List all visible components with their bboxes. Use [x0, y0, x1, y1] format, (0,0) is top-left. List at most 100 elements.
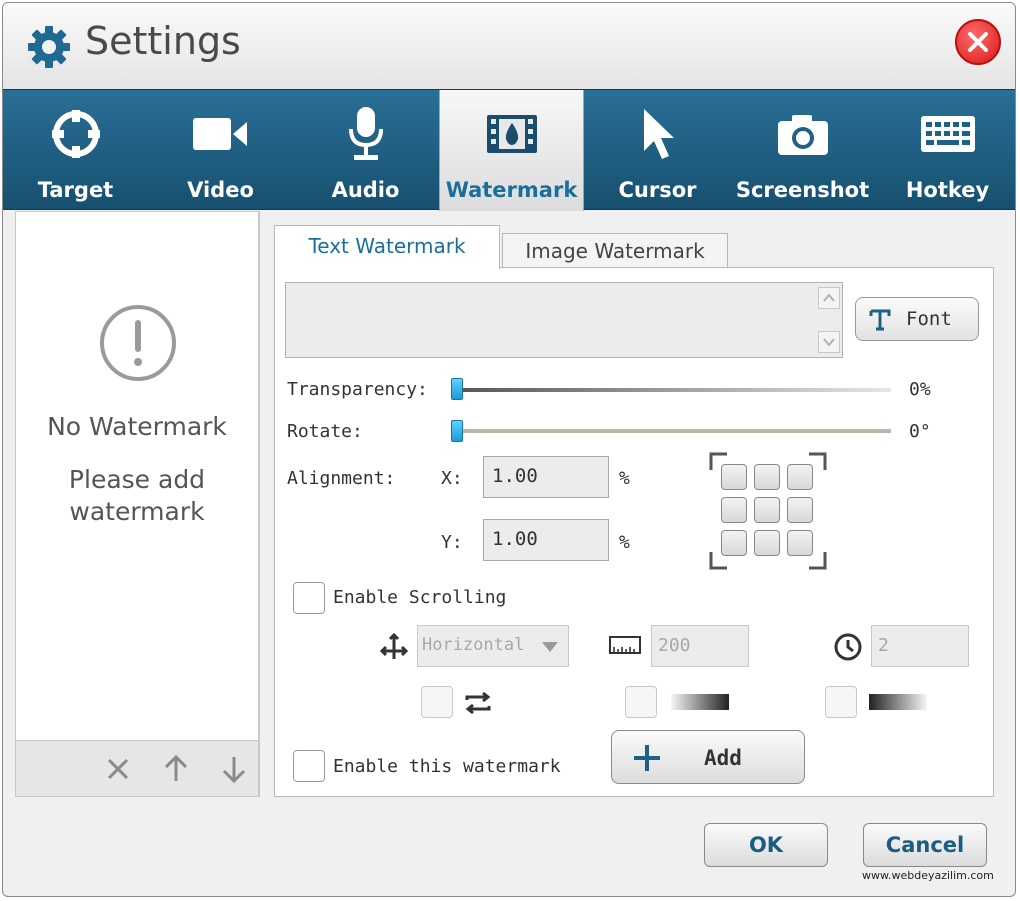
- subtab-image-watermark[interactable]: Image Watermark: [502, 233, 728, 269]
- transparency-value: 0%: [909, 379, 931, 400]
- direction-select[interactable]: Horizontal: [417, 625, 569, 667]
- tab-screenshot[interactable]: Screenshot: [730, 90, 875, 210]
- font-button-label: Font: [906, 308, 952, 330]
- enable-scrolling-label: Enable Scrolling: [333, 587, 507, 608]
- move-down-button[interactable]: [218, 753, 250, 785]
- tab-cursor[interactable]: Cursor: [585, 90, 730, 210]
- text-watermark-content: Font Transparency: 0% Rotate: 0° Alignme…: [274, 267, 994, 797]
- watermark-text-input[interactable]: [285, 282, 843, 358]
- direction-value: Horizontal: [422, 635, 525, 655]
- tab-label: Hotkey: [905, 178, 990, 202]
- direction-arrows-icon: [379, 632, 409, 659]
- alignment-position-grid: [709, 452, 827, 570]
- alignment-x-input[interactable]: 1.00: [483, 456, 609, 498]
- y-label: Y:: [441, 532, 463, 553]
- fade-out-gradient-icon: [869, 694, 927, 710]
- font-icon: [869, 309, 891, 331]
- settings-window: Settings Target Video Audio Watermark Cu…: [2, 2, 1016, 897]
- tab-label: Video: [187, 178, 254, 202]
- video-camera-icon: [192, 118, 247, 150]
- fade-out-checkbox[interactable]: [825, 686, 857, 718]
- rotate-value: 0°: [909, 421, 931, 442]
- enable-watermark-label: Enable this watermark: [333, 756, 561, 777]
- microphone-icon: [348, 107, 383, 160]
- move-up-icon: [164, 754, 188, 781]
- speed-input[interactable]: 200: [651, 625, 749, 667]
- align-top-right[interactable]: [787, 464, 813, 490]
- tab-label: Target: [37, 178, 114, 202]
- keyboard-icon: [920, 116, 975, 152]
- align-middle-left[interactable]: [721, 497, 747, 523]
- title-bar: Settings: [3, 3, 1015, 89]
- loop-checkbox[interactable]: [421, 686, 453, 718]
- ruler-icon: [609, 636, 641, 654]
- y-unit: %: [619, 532, 630, 553]
- gear-icon: [25, 23, 73, 71]
- x-unit: %: [619, 468, 630, 489]
- align-bottom-left[interactable]: [721, 530, 747, 556]
- rotate-slider-track[interactable]: [455, 429, 891, 433]
- camera-icon: [777, 115, 828, 155]
- empty-state-line-2: watermark: [69, 497, 205, 526]
- watermark-list-panel: No Watermark Please add watermark: [15, 211, 259, 797]
- rotate-label: Rotate:: [287, 421, 363, 442]
- scroll-up-button[interactable]: [818, 287, 840, 309]
- alignment-y-input[interactable]: 1.00: [483, 519, 609, 561]
- add-watermark-button[interactable]: Add: [611, 730, 805, 784]
- empty-state-message: Please add watermark: [16, 464, 258, 528]
- align-bottom-right[interactable]: [787, 530, 813, 556]
- align-top-center[interactable]: [754, 464, 780, 490]
- main-tab-bar: Target Video Audio Watermark Cursor Scre…: [3, 89, 1015, 211]
- align-center[interactable]: [754, 497, 780, 523]
- tab-label: Audio: [331, 178, 400, 202]
- tab-watermark[interactable]: Watermark: [439, 90, 584, 211]
- list-toolbar: [16, 740, 258, 796]
- tab-label: Cursor: [618, 178, 697, 202]
- add-button-label: Add: [704, 746, 742, 770]
- move-down-icon: [222, 757, 246, 784]
- plus-icon: [634, 745, 660, 771]
- fade-in-gradient-icon: [671, 694, 729, 710]
- watermark-settings-panel: Text Watermark Image Watermark Font Tran…: [259, 211, 1014, 797]
- tab-label: Watermark: [445, 178, 578, 202]
- film-drop-icon: [486, 115, 537, 153]
- delete-icon: [107, 758, 129, 780]
- rotate-slider-thumb[interactable]: [451, 420, 463, 442]
- chevron-up-icon: [823, 293, 835, 302]
- ok-button[interactable]: OK: [704, 823, 828, 867]
- interval-input[interactable]: 2: [871, 625, 969, 667]
- tab-video[interactable]: Video: [148, 90, 293, 210]
- cursor-icon: [643, 109, 674, 159]
- empty-state-title: No Watermark: [47, 412, 227, 441]
- clock-icon: [834, 633, 862, 661]
- exclamation-circle-icon: [100, 305, 176, 381]
- alignment-label: Alignment:: [287, 468, 396, 489]
- close-button[interactable]: [955, 19, 1001, 65]
- tab-target[interactable]: Target: [3, 90, 148, 210]
- transparency-slider-thumb[interactable]: [451, 378, 463, 400]
- cancel-button[interactable]: Cancel: [863, 823, 987, 867]
- empty-state-line-1: Please add: [68, 465, 206, 494]
- tab-hotkey[interactable]: Hotkey: [875, 90, 1015, 210]
- transparency-label: Transparency:: [287, 379, 428, 400]
- subtab-text-watermark[interactable]: Text Watermark: [274, 225, 500, 269]
- site-credit: www.webdeyazilim.com: [862, 869, 994, 882]
- move-up-button[interactable]: [160, 753, 192, 785]
- align-middle-right[interactable]: [787, 497, 813, 523]
- font-button[interactable]: Font: [855, 297, 979, 341]
- chevron-down-icon: [542, 642, 558, 652]
- x-label: X:: [441, 468, 463, 489]
- tab-audio[interactable]: Audio: [293, 90, 438, 210]
- tab-label: Screenshot: [735, 178, 870, 202]
- scroll-down-button[interactable]: [818, 331, 840, 353]
- chevron-down-icon: [823, 338, 835, 347]
- fade-in-checkbox[interactable]: [625, 686, 657, 718]
- target-icon: [51, 110, 100, 158]
- window-title: Settings: [85, 19, 241, 63]
- enable-watermark-checkbox[interactable]: [293, 750, 325, 782]
- transparency-slider-track[interactable]: [455, 388, 891, 392]
- align-top-left[interactable]: [721, 464, 747, 490]
- align-bottom-center[interactable]: [754, 530, 780, 556]
- delete-button[interactable]: [102, 753, 134, 785]
- enable-scrolling-checkbox[interactable]: [293, 582, 325, 614]
